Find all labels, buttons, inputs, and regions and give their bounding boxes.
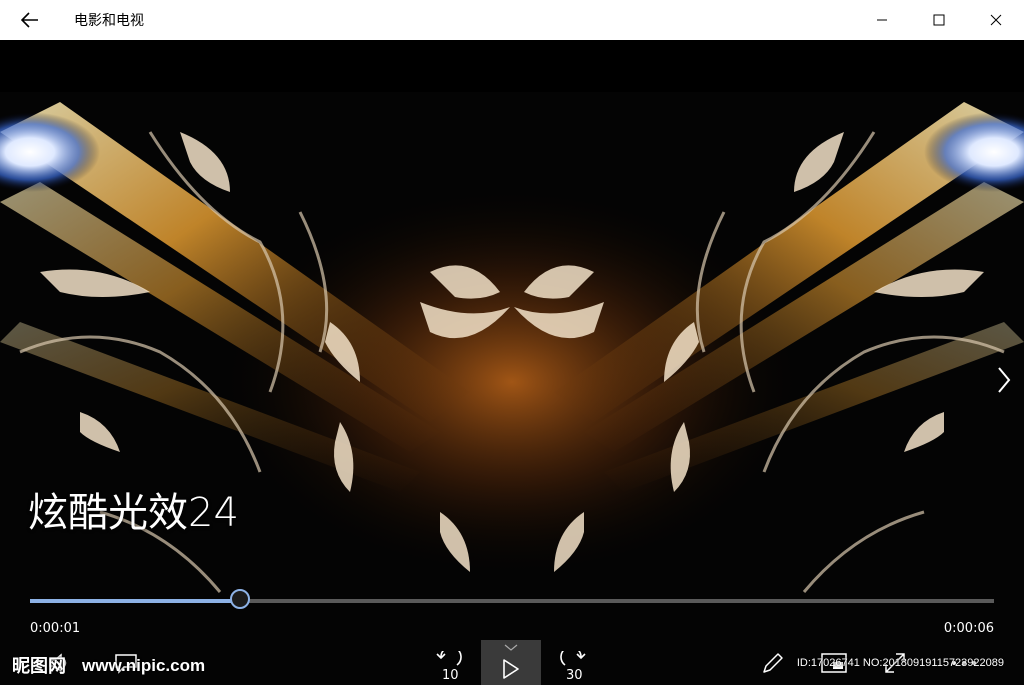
app-title: 电影和电视 xyxy=(74,13,144,29)
progress-thumb[interactable] xyxy=(230,589,251,609)
video-letterbox-top xyxy=(0,40,1024,92)
progress-fill xyxy=(30,599,241,603)
chevron-down-icon xyxy=(504,644,518,651)
rewind-seconds-label: 10 xyxy=(442,668,459,683)
progress-slider[interactable] xyxy=(30,599,994,603)
video-content-image xyxy=(0,92,1024,685)
maximize-icon xyxy=(933,14,944,26)
maximize-button[interactable] xyxy=(910,0,967,40)
pen-icon xyxy=(763,652,783,673)
video-frame[interactable] xyxy=(0,92,1024,685)
title-bar: 电影和电视 xyxy=(0,0,1024,40)
draw-button[interactable] xyxy=(756,640,790,685)
watermark-id: ID:17026741 NO:20180919115723922089 xyxy=(796,657,1004,669)
watermark-logo: 昵图网 xyxy=(12,656,66,677)
forward-button[interactable]: 30 xyxy=(552,640,596,685)
close-icon xyxy=(990,14,1001,26)
video-title: 炫酷光效24 xyxy=(28,490,239,536)
chevron-right-icon xyxy=(998,367,1011,393)
total-duration: 0:00:06 xyxy=(943,621,994,636)
play-icon xyxy=(503,658,519,679)
forward-seconds-label: 30 xyxy=(566,668,583,683)
elapsed-time: 0:00:01 xyxy=(30,621,81,636)
watermark-url: www.nipic.com xyxy=(82,656,206,675)
rewind-button[interactable]: 10 xyxy=(426,640,470,685)
arrow-left-icon xyxy=(21,12,38,28)
minimize-icon xyxy=(876,19,887,21)
movies-tv-app: 电影和电视 炫酷光效24 0:00:01 0:00:06 10 30 昵图网 w… xyxy=(0,0,1024,685)
back-button[interactable] xyxy=(0,0,60,40)
close-button[interactable] xyxy=(967,0,1024,40)
play-button[interactable] xyxy=(481,640,541,685)
minimize-button[interactable] xyxy=(853,0,910,40)
next-button[interactable] xyxy=(990,360,1018,400)
window-controls xyxy=(853,0,1024,40)
